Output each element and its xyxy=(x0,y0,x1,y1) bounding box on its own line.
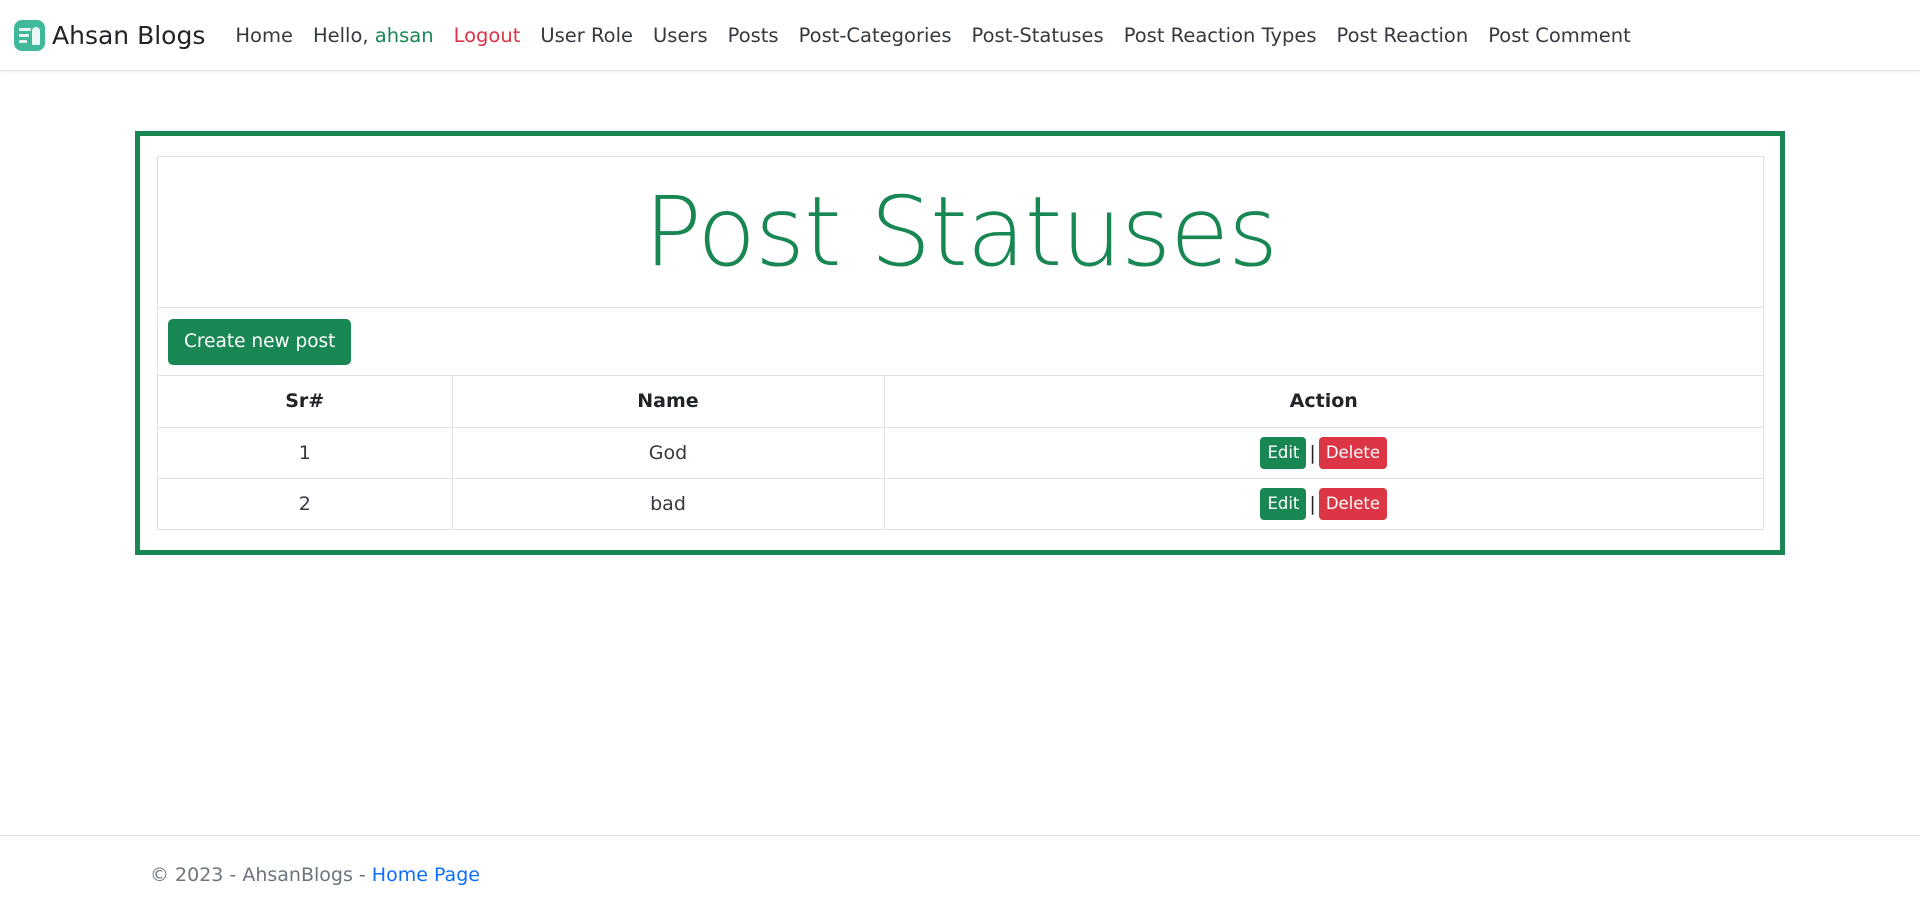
action-separator: | xyxy=(1309,441,1316,464)
brand-link[interactable]: Ahsan Blogs xyxy=(14,19,206,51)
nav-logout[interactable]: Logout xyxy=(454,24,521,47)
nav-post-reaction[interactable]: Post Reaction xyxy=(1337,24,1469,47)
page-footer: © 2023 - AhsanBlogs - Home Page xyxy=(0,835,1920,911)
nav-post-comment[interactable]: Post Comment xyxy=(1488,24,1631,47)
table-header-row: Sr# Name Action xyxy=(158,376,1763,428)
create-new-post-button[interactable]: Create new post xyxy=(168,318,352,365)
copyright-text: © 2023 - AhsanBlogs - xyxy=(150,864,372,886)
delete-button[interactable]: Delete xyxy=(1318,487,1388,520)
action-separator: | xyxy=(1309,492,1316,515)
nav-menu: Home Hello, ahsan Logout User Role Users… xyxy=(235,24,1650,47)
greeting-text: Hello, xyxy=(312,23,375,47)
table-row: 1 God Edit | Delete xyxy=(158,427,1763,479)
nav-posts[interactable]: Posts xyxy=(728,24,779,47)
delete-button[interactable]: Delete xyxy=(1318,436,1388,469)
title-row: Post Statuses xyxy=(158,157,1763,308)
table-row: 2 bad Edit | Delete xyxy=(158,478,1763,529)
edit-button[interactable]: Edit xyxy=(1260,487,1307,520)
header-action: Action xyxy=(884,376,1763,428)
cell-name: bad xyxy=(452,478,885,529)
footer-home-link[interactable]: Home Page xyxy=(372,864,480,886)
page-title: Post Statuses xyxy=(643,176,1278,288)
brand-logo-icon xyxy=(14,19,45,51)
cell-sr: 2 xyxy=(158,478,453,529)
post-statuses-card: Post Statuses Create new post Sr# Name A… xyxy=(135,131,1785,555)
cell-action: Edit | Delete xyxy=(884,478,1763,529)
nav-post-reaction-types[interactable]: Post Reaction Types xyxy=(1124,24,1317,47)
nav-post-statuses[interactable]: Post-Statuses xyxy=(972,24,1104,47)
statuses-table: Sr# Name Action 1 God Edit | Delete 2 bad xyxy=(158,376,1763,529)
content-table-wrapper: Post Statuses Create new post Sr# Name A… xyxy=(157,156,1764,530)
nav-user-role[interactable]: User Role xyxy=(540,24,633,47)
footer-text: © 2023 - AhsanBlogs - Home Page xyxy=(150,864,480,886)
top-navbar: Ahsan Blogs Home Hello, ahsan Logout Use… xyxy=(0,0,1920,71)
brand-name: Ahsan Blogs xyxy=(52,20,206,50)
nav-post-categories[interactable]: Post-Categories xyxy=(799,24,952,47)
cell-name: God xyxy=(452,427,885,479)
nav-user-greeting[interactable]: Hello, ahsan xyxy=(313,24,434,47)
create-row: Create new post xyxy=(158,308,1763,376)
cell-action: Edit | Delete xyxy=(884,427,1763,479)
nav-users[interactable]: Users xyxy=(653,24,708,47)
cell-sr: 1 xyxy=(158,427,453,479)
edit-button[interactable]: Edit xyxy=(1260,436,1307,469)
header-sr: Sr# xyxy=(158,376,453,428)
header-name: Name xyxy=(452,376,885,428)
nav-home[interactable]: Home xyxy=(235,24,293,47)
username: ahsan xyxy=(374,23,434,47)
